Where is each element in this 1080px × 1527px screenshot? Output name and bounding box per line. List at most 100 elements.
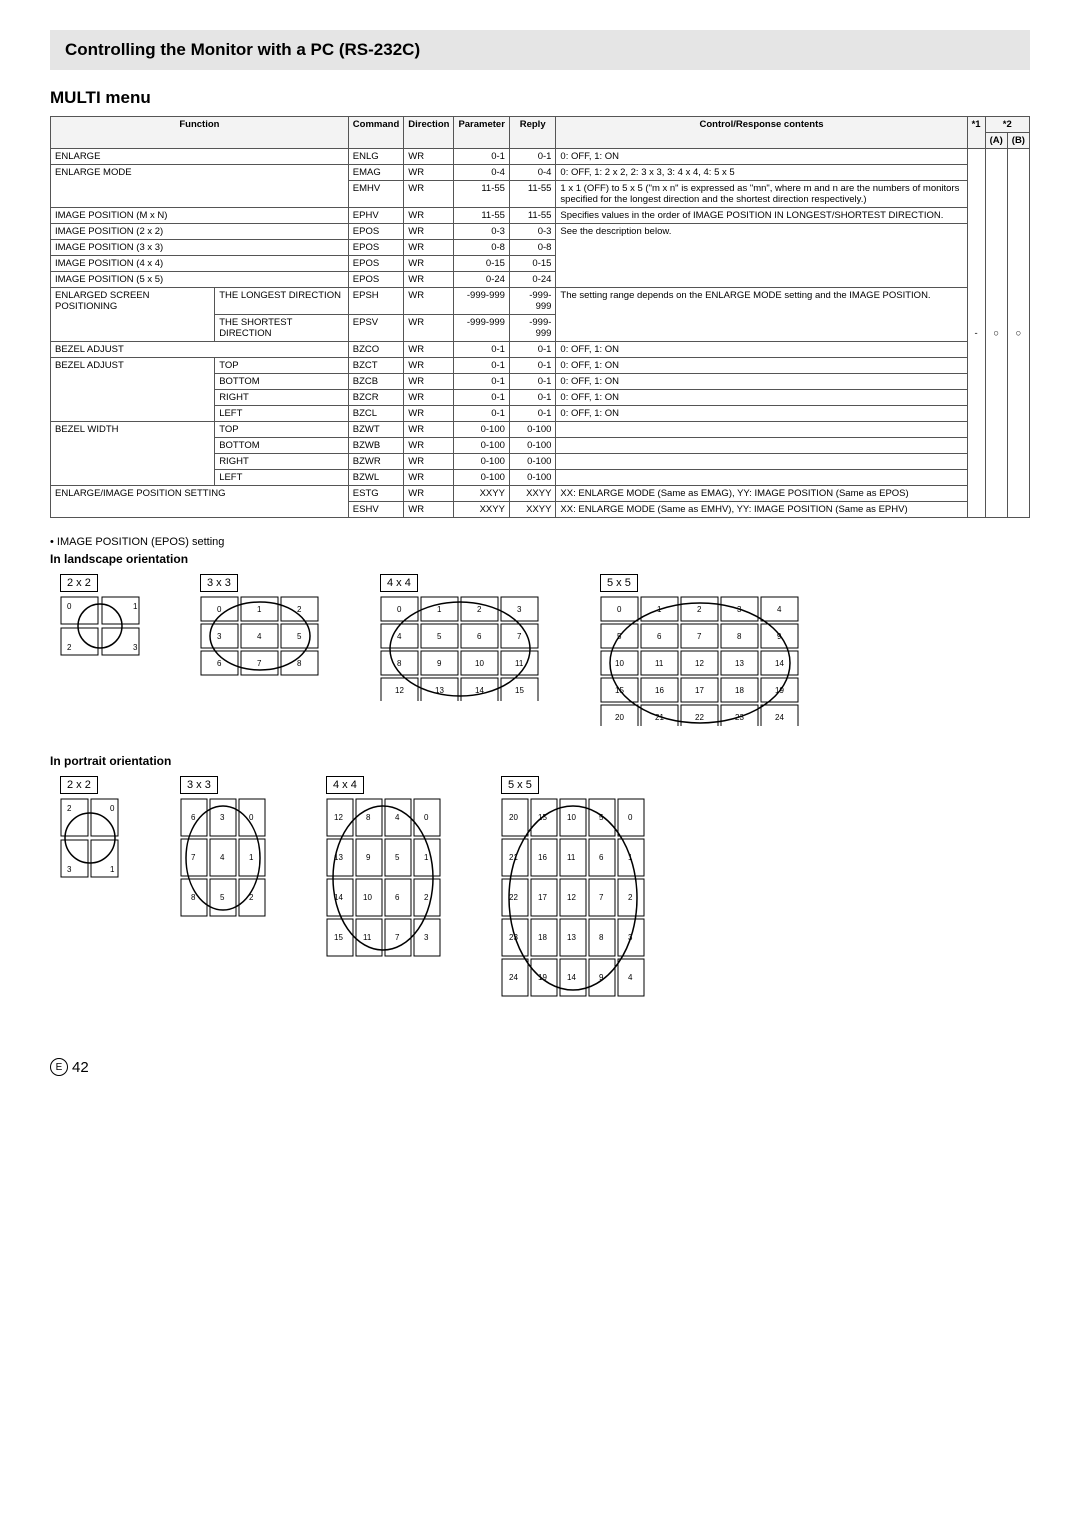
- svg-text:6: 6: [395, 893, 400, 902]
- page-header: Controlling the Monitor with a PC (RS-23…: [50, 30, 1030, 70]
- svg-text:6: 6: [191, 813, 196, 822]
- svg-text:0: 0: [249, 813, 254, 822]
- svg-text:4: 4: [397, 632, 402, 641]
- diag-label-4x4: 4 x 4: [380, 574, 418, 592]
- multi-menu-table: Function Command Direction Parameter Rep…: [50, 116, 1030, 518]
- svg-text:4: 4: [628, 973, 633, 982]
- diagram-2x2-landscape: 01 23: [60, 596, 140, 656]
- svg-text:10: 10: [363, 893, 372, 902]
- diagram-2x2-portrait: 20 31: [60, 798, 120, 878]
- diag-label-5x5-p: 5 x 5: [501, 776, 539, 794]
- th-direction: Direction: [404, 117, 454, 149]
- svg-text:7: 7: [257, 659, 262, 668]
- landscape-diagrams: 2 x 2 01 23 3 x 3 012 345 678: [60, 574, 1030, 726]
- svg-text:6: 6: [217, 659, 222, 668]
- svg-text:6: 6: [477, 632, 482, 641]
- svg-text:1: 1: [110, 865, 115, 874]
- svg-text:16: 16: [655, 686, 664, 695]
- svg-text:2: 2: [67, 804, 72, 813]
- svg-text:15: 15: [515, 686, 524, 695]
- svg-text:17: 17: [695, 686, 704, 695]
- svg-text:4: 4: [777, 605, 782, 614]
- svg-text:2: 2: [67, 643, 72, 652]
- svg-text:23: 23: [735, 713, 744, 722]
- th-star2: *2: [985, 117, 1029, 133]
- th-function: Function: [51, 117, 349, 149]
- svg-text:7: 7: [599, 893, 604, 902]
- portrait-diagrams: 2 x 2 20 31 3 x 3 630: [60, 776, 1030, 998]
- svg-text:20: 20: [509, 813, 518, 822]
- svg-text:16: 16: [538, 853, 547, 862]
- diagram-5x5-landscape: 01234 56789 1011121314 1516171819 202122…: [600, 596, 800, 726]
- table-row: ENLARGED SCREEN POSITIONINGTHE LONGEST D…: [51, 288, 1030, 315]
- svg-text:8: 8: [366, 813, 371, 822]
- diagram-3x3-portrait: 630 741 852: [180, 798, 266, 918]
- svg-text:0: 0: [424, 813, 429, 822]
- svg-text:13: 13: [735, 659, 744, 668]
- svg-text:5: 5: [437, 632, 442, 641]
- svg-text:3: 3: [517, 605, 522, 614]
- svg-text:15: 15: [538, 813, 547, 822]
- svg-text:4: 4: [395, 813, 400, 822]
- svg-text:7: 7: [395, 933, 400, 942]
- svg-text:19: 19: [538, 973, 547, 982]
- page-lang-icon: E: [50, 1058, 68, 1076]
- svg-text:1: 1: [257, 605, 262, 614]
- th-parameter: Parameter: [454, 117, 509, 149]
- svg-text:2: 2: [697, 605, 702, 614]
- svg-text:9: 9: [599, 973, 604, 982]
- svg-text:0: 0: [628, 813, 633, 822]
- svg-text:9: 9: [366, 853, 371, 862]
- svg-text:2: 2: [249, 893, 254, 902]
- svg-text:6: 6: [657, 632, 662, 641]
- svg-text:15: 15: [334, 933, 343, 942]
- svg-text:12: 12: [695, 659, 704, 668]
- th-command: Command: [348, 117, 403, 149]
- svg-text:24: 24: [509, 973, 518, 982]
- table-row: ENLARGE/IMAGE POSITION SETTINGESTGWRXXYY…: [51, 486, 1030, 502]
- svg-text:17: 17: [538, 893, 547, 902]
- landscape-heading: In landscape orientation: [50, 552, 1030, 566]
- svg-text:8: 8: [191, 893, 196, 902]
- svg-text:1: 1: [628, 853, 633, 862]
- epos-heading: • IMAGE POSITION (EPOS) setting: [50, 536, 1030, 548]
- svg-text:19: 19: [775, 686, 784, 695]
- table-row: BEZEL WIDTHTOPBZWTWR0-1000-100: [51, 422, 1030, 438]
- svg-text:11: 11: [655, 659, 664, 668]
- svg-text:1: 1: [424, 853, 429, 862]
- svg-text:7: 7: [191, 853, 196, 862]
- svg-text:2: 2: [424, 893, 429, 902]
- svg-text:12: 12: [395, 686, 404, 695]
- diagram-4x4-portrait: 12840 13951 141062 151173: [326, 798, 441, 958]
- svg-text:23: 23: [509, 933, 518, 942]
- diag-label-3x3-p: 3 x 3: [180, 776, 218, 794]
- svg-text:0: 0: [217, 605, 222, 614]
- svg-text:11: 11: [567, 853, 576, 862]
- svg-text:3: 3: [737, 605, 742, 614]
- diag-label-4x4-p: 4 x 4: [326, 776, 364, 794]
- svg-text:8: 8: [737, 632, 742, 641]
- svg-text:7: 7: [697, 632, 702, 641]
- section-title: MULTI menu: [50, 88, 1030, 108]
- table-row: ENLARGE MODEEMAGWR0-40-40: OFF, 1: 2 x 2…: [51, 165, 1030, 181]
- svg-text:13: 13: [567, 933, 576, 942]
- svg-text:8: 8: [297, 659, 302, 668]
- svg-text:4: 4: [220, 853, 225, 862]
- portrait-heading: In portrait orientation: [50, 754, 1030, 768]
- table-row: BEZEL ADJUSTTOPBZCTWR0-10-10: OFF, 1: ON: [51, 358, 1030, 374]
- diag-label-3x3: 3 x 3: [200, 574, 238, 592]
- svg-text:5: 5: [220, 893, 225, 902]
- svg-text:9: 9: [777, 632, 782, 641]
- svg-text:3: 3: [67, 865, 72, 874]
- svg-text:20: 20: [615, 713, 624, 722]
- svg-text:14: 14: [475, 686, 484, 695]
- svg-text:13: 13: [435, 686, 444, 695]
- table-row: ENLARGEENLGWR0-10-10: OFF, 1: ON - ○ ○: [51, 149, 1030, 165]
- svg-text:14: 14: [775, 659, 784, 668]
- svg-text:3: 3: [133, 643, 138, 652]
- table-row: IMAGE POSITION (M x N)EPHVWR11-5511-55Sp…: [51, 208, 1030, 224]
- diag-label-2x2: 2 x 2: [60, 574, 98, 592]
- svg-text:18: 18: [735, 686, 744, 695]
- diag-label-2x2-p: 2 x 2: [60, 776, 98, 794]
- svg-text:14: 14: [567, 973, 576, 982]
